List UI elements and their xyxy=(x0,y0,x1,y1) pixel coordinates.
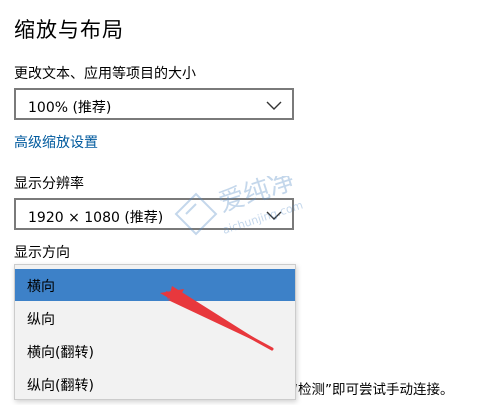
orientation-option-landscape[interactable]: 横向 xyxy=(15,269,295,301)
footnote-text: “检测”即可尝试手动连接。 xyxy=(291,382,454,398)
page-title: 缩放与布局 xyxy=(14,18,124,42)
orientation-option-landscape-flipped[interactable]: 横向(翻转) xyxy=(15,335,295,367)
scale-label: 更改文本、应用等项目的大小 xyxy=(14,66,196,82)
resolution-label: 显示分辨率 xyxy=(14,176,84,192)
scale-dropdown[interactable]: 100% (推荐) xyxy=(14,88,294,120)
watermark-logo: 爱纯净 aichunjing.com xyxy=(174,176,305,237)
orientation-label: 显示方向 xyxy=(14,245,70,261)
advanced-scaling-link[interactable]: 高级缩放设置 xyxy=(14,132,98,152)
orientation-option-portrait-flipped[interactable]: 纵向(翻转) xyxy=(15,368,295,400)
resolution-dropdown-value: 1920 × 1080 (推荐) xyxy=(28,210,164,226)
orientation-option-portrait[interactable]: 纵向 xyxy=(15,302,295,334)
chevron-down-icon xyxy=(266,101,282,110)
scale-dropdown-value: 100% (推荐) xyxy=(28,100,112,116)
orientation-dropdown-list[interactable]: 横向 纵向 横向(翻转) 纵向(翻转) xyxy=(14,264,296,400)
